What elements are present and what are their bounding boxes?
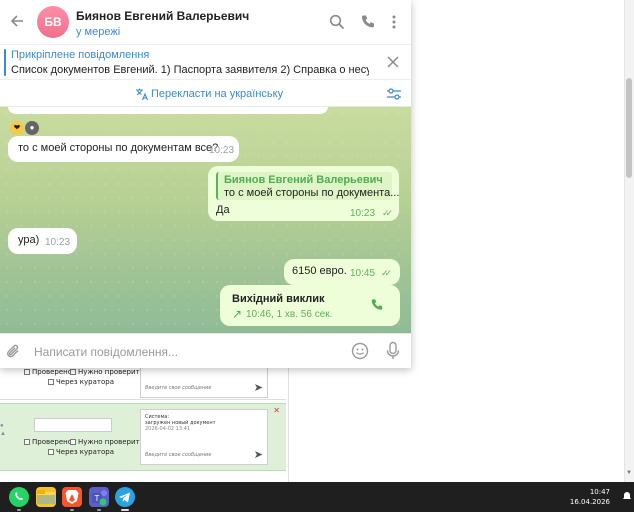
comment-placeholder: Введите свое сообщение bbox=[145, 452, 212, 458]
running-indicator bbox=[97, 509, 101, 511]
scrollbar-thumb[interactable] bbox=[626, 78, 632, 178]
pinned-indicator bbox=[4, 49, 6, 76]
message-text: Да bbox=[216, 204, 230, 216]
message-text: то с моей стороны по документам все? bbox=[18, 142, 219, 154]
folder-icon[interactable] bbox=[36, 487, 56, 507]
checkbox-curator[interactable]: Через куратора bbox=[48, 448, 114, 456]
message-bubble-partial[interactable] bbox=[8, 107, 328, 114]
message-time: 10:45 bbox=[350, 268, 376, 279]
running-indicator bbox=[70, 509, 74, 511]
active-indicator bbox=[121, 509, 129, 511]
column-divider bbox=[288, 360, 289, 482]
translate-button[interactable]: Перекласти на українську bbox=[151, 88, 283, 100]
call-title: Вихідний виклик bbox=[232, 293, 325, 305]
document-input[interactable] bbox=[34, 418, 112, 432]
avatar[interactable]: БВ bbox=[37, 6, 69, 38]
message-text: ура) bbox=[18, 234, 40, 246]
call-message[interactable]: Вихідний виклик ↗ 10:46, 1 хв. 56 сек. bbox=[220, 285, 400, 326]
search-icon[interactable] bbox=[329, 14, 345, 30]
telegram-icon[interactable] bbox=[115, 487, 135, 507]
checkbox-box[interactable] bbox=[70, 439, 76, 445]
scroll-down-arrow-icon[interactable]: ▼ bbox=[626, 470, 632, 476]
emoji-icon[interactable] bbox=[351, 342, 369, 360]
message-time: 10:23 bbox=[209, 145, 235, 156]
message-time: 10:23 bbox=[45, 237, 71, 248]
checkbox-box[interactable] bbox=[48, 449, 54, 455]
checkbox-box[interactable] bbox=[48, 379, 54, 385]
phone-icon[interactable] bbox=[360, 14, 376, 30]
checkbox-box[interactable] bbox=[24, 369, 30, 375]
pinned-text: Список документов Евгений. 1) Паспорта з… bbox=[11, 64, 369, 76]
reply-author: Биянов Евгений Валерьевич bbox=[224, 174, 383, 186]
document-card-highlighted: ● ▲ Проверено Нужно проверить Через курат… bbox=[0, 403, 286, 471]
whatsapp-icon[interactable] bbox=[9, 487, 29, 507]
settings-sliders-icon[interactable] bbox=[386, 87, 402, 101]
send-icon[interactable]: ➤ bbox=[254, 448, 263, 461]
comment-placeholder: Введите свое сообщение bbox=[145, 385, 212, 391]
call-detail: 10:46, 1 хв. 56 сек. bbox=[246, 309, 333, 320]
message-composer: Написати повідомлення... bbox=[0, 333, 411, 368]
pinned-message-bar[interactable]: Прикріплене повідомлення Список документ… bbox=[0, 44, 411, 79]
message-outgoing[interactable]: 6150 евро. 10:45 ✓✓ bbox=[284, 259, 400, 285]
translate-icon[interactable] bbox=[135, 87, 149, 101]
message-incoming[interactable]: то с моей стороны по документам все? 10:… bbox=[8, 136, 239, 162]
message-outgoing-reply[interactable]: Биянов Евгений Валерьевич то с моей стор… bbox=[208, 166, 399, 221]
windows-taskbar: T 10:47 16.04.2026 bbox=[0, 482, 634, 512]
clock-time: 10:47 bbox=[589, 488, 610, 496]
reply-quote[interactable]: Биянов Евгений Валерьевич то с моей стор… bbox=[216, 172, 399, 200]
back-arrow-icon[interactable] bbox=[8, 12, 26, 30]
checkbox-box[interactable] bbox=[24, 439, 30, 445]
clock-date: 16.04.2026 bbox=[569, 498, 610, 506]
checkbox-needs-check[interactable]: Нужно проверить bbox=[70, 438, 144, 446]
running-indicator bbox=[17, 509, 21, 511]
read-checkmarks-icon: ✓✓ bbox=[381, 268, 392, 278]
more-vertical-icon[interactable] bbox=[386, 14, 402, 30]
message-text: 6150 евро. bbox=[292, 265, 347, 277]
checkbox-checked[interactable]: Проверено bbox=[24, 438, 72, 446]
paperclip-icon[interactable] bbox=[6, 343, 22, 361]
close-icon[interactable] bbox=[386, 55, 400, 69]
reaction-avatar-icon[interactable]: ● bbox=[25, 121, 39, 135]
phone-icon[interactable] bbox=[370, 298, 384, 312]
comment-box[interactable]: Система: загружен новый документ 2026-04… bbox=[140, 409, 268, 465]
send-icon[interactable]: ➤ bbox=[254, 381, 263, 394]
brave-icon[interactable] bbox=[62, 487, 82, 507]
page-scrollbar[interactable]: ▼ bbox=[624, 0, 634, 482]
reaction-heart-hands-icon[interactable]: ❤ bbox=[10, 121, 24, 135]
notification-icon[interactable] bbox=[622, 491, 632, 501]
message-time: 10:23 bbox=[350, 208, 376, 219]
message-incoming[interactable]: ура) 10:23 bbox=[8, 228, 77, 254]
reactions[interactable]: ❤ ● bbox=[10, 119, 40, 135]
close-icon[interactable]: ✕ bbox=[273, 406, 280, 415]
contact-status: у мережі bbox=[76, 26, 121, 38]
chat-header: БВ Биянов Евгений Валерьевич у мережі bbox=[0, 0, 411, 44]
message-list[interactable]: ❤ ● то с моей стороны по документам все? … bbox=[0, 107, 411, 333]
teams-icon[interactable]: T bbox=[89, 487, 109, 507]
system-message: Система: загружен новый документ 2026-04… bbox=[145, 414, 216, 432]
pinned-title: Прикріплене повідомлення bbox=[11, 49, 150, 61]
svg-text:T: T bbox=[95, 494, 100, 503]
outgoing-call-arrow-icon: ↗ bbox=[232, 307, 243, 321]
document-card bbox=[0, 472, 286, 482]
checkbox-curator[interactable]: Через куратора bbox=[48, 378, 114, 386]
system-clock[interactable]: 10:47 16.04.2026 bbox=[560, 487, 610, 507]
reply-text: то с моей стороны по документа... bbox=[224, 187, 400, 199]
read-checkmarks-icon: ✓✓ bbox=[382, 208, 393, 218]
telegram-chat-window: БВ Биянов Евгений Валерьевич у мережі Пр… bbox=[0, 0, 411, 368]
translate-bar: Перекласти на українську bbox=[0, 79, 411, 107]
microphone-icon[interactable] bbox=[385, 341, 401, 361]
message-input[interactable]: Написати повідомлення... bbox=[34, 345, 178, 359]
checkbox-needs-check[interactable]: Нужно проверить bbox=[70, 368, 144, 376]
checkbox-checked[interactable]: Проверено bbox=[24, 368, 72, 376]
person-icon: ● ▲ bbox=[0, 423, 6, 437]
checkbox-box[interactable] bbox=[70, 369, 76, 375]
contact-name[interactable]: Биянов Евгений Валерьевич bbox=[76, 9, 249, 23]
